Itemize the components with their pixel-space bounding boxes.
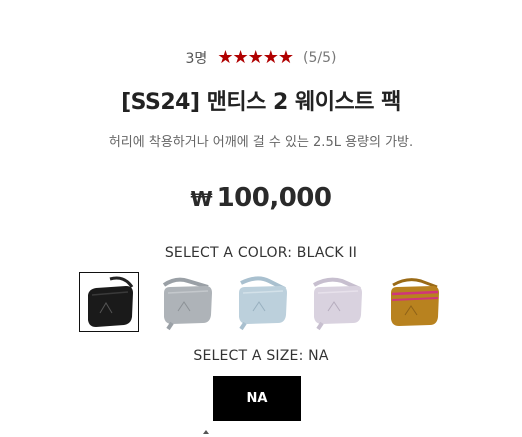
price-row: ₩ 100,000 <box>0 183 522 213</box>
size-button-na[interactable]: NA <box>213 376 301 421</box>
currency-symbol: ₩ <box>190 187 213 211</box>
product-price: 100,000 <box>216 183 332 213</box>
color-swatch-light-grey[interactable] <box>157 272 217 332</box>
star-icon: ★ <box>277 47 294 68</box>
product-panel: 3명 ★ ★ ★ ★ ★ (5/5) [SS24] 맨티스 2 웨이스트 팩 허… <box>0 0 522 437</box>
star-icon: ★ <box>247 47 264 68</box>
rating-score: (5/5) <box>303 50 337 66</box>
bag-thumbnail-light-grey <box>162 277 212 331</box>
star-icon: ★ <box>262 47 279 68</box>
star-icon: ★ <box>217 47 233 68</box>
color-swatch-yellow-ochre[interactable] <box>384 272 444 332</box>
rating-row: 3명 ★ ★ ★ ★ ★ (5/5) <box>0 48 522 68</box>
color-swatches <box>79 272 444 334</box>
color-option-label: SELECT A COLOR: BLACK II <box>164 245 358 261</box>
color-swatch-light-blue[interactable] <box>232 272 292 332</box>
review-count: 3명 <box>185 51 208 67</box>
bag-thumbnail-lavender <box>313 277 362 331</box>
size-option-label: SELECT A SIZE: NA <box>193 348 329 364</box>
caret-up-icon <box>203 430 209 434</box>
product-title: [SS24] 맨티스 2 웨이스트 팩 <box>121 90 401 115</box>
bag-thumbnail-black <box>88 276 134 327</box>
star-rating: ★ ★ ★ ★ ★ <box>217 47 294 68</box>
color-swatch-lavender[interactable] <box>307 272 367 332</box>
star-icon: ★ <box>232 47 248 68</box>
bag-thumbnail-light-blue <box>239 276 287 331</box>
bag-thumbnail-yellow-ochre <box>391 278 439 326</box>
product-description: 허리에 착용하거나 어깨에 걸 수 있는 2.5L 용량의 가방. <box>108 135 414 150</box>
color-swatch-black[interactable] <box>79 272 139 332</box>
